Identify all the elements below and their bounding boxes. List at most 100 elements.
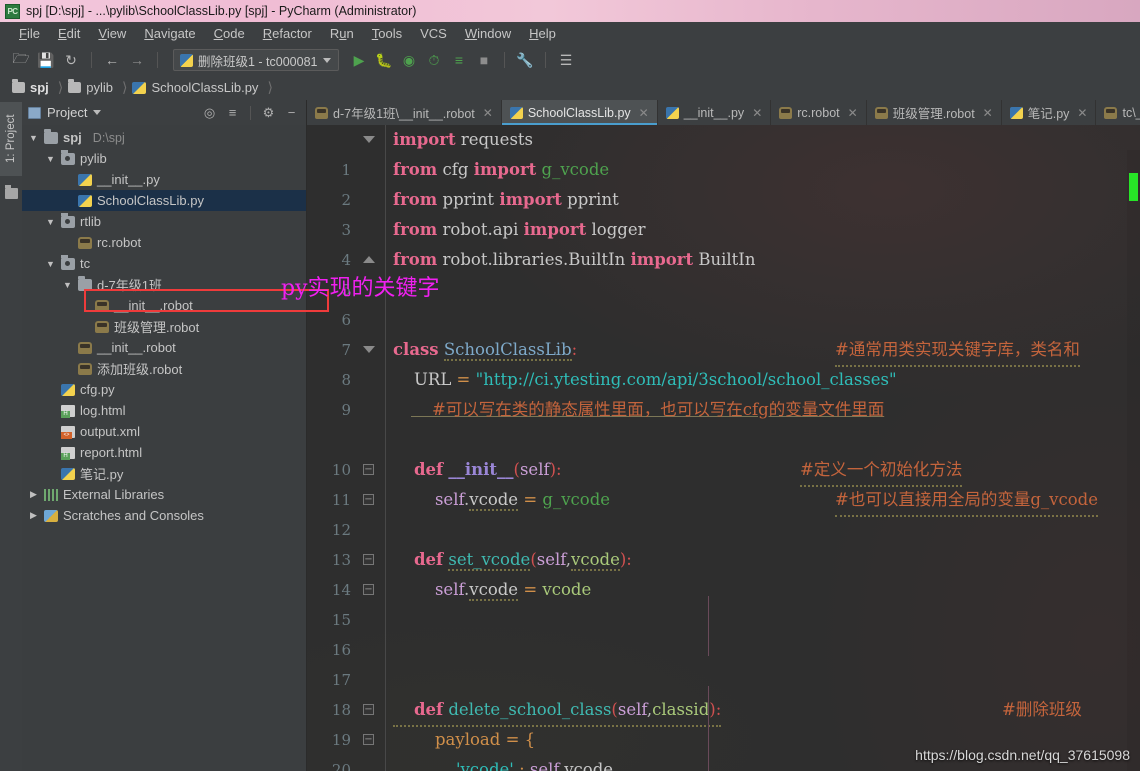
tree-item-4[interactable]: ▼ rtlib bbox=[22, 211, 306, 232]
fold-handle-icon[interactable] bbox=[363, 254, 375, 265]
code-line: 9 URL = "http://ci.ytesting.com/api/3sch… bbox=[307, 365, 1140, 419]
tree-item-label: report.html bbox=[80, 445, 143, 460]
editor-tab-1[interactable]: SchoolClassLib.py ✕ bbox=[501, 100, 658, 125]
chevron-down-icon[interactable]: ▼ bbox=[28, 133, 39, 143]
menu-navigate[interactable]: Navigate bbox=[135, 26, 204, 41]
editor-scrollbar[interactable] bbox=[1127, 150, 1140, 771]
tree-item-10[interactable]: __init__.robot bbox=[22, 337, 306, 358]
chevron-down-icon[interactable]: ▼ bbox=[45, 217, 56, 227]
chevron-down-icon[interactable]: ▼ bbox=[45, 154, 56, 164]
menu-help[interactable]: Help bbox=[520, 26, 565, 41]
open-folder-icon[interactable]: 🗁 bbox=[10, 49, 32, 71]
code-line: 8 class SchoolClassLib: #通常用类实现关键字库，类名和 bbox=[307, 335, 1140, 389]
tree-item-11[interactable]: 添加班级.robot bbox=[22, 358, 306, 379]
project-tree[interactable]: ▼ spj D:\spj ▼ pylib __init__.py SchoolClassLi… bbox=[22, 125, 306, 771]
run-with-coverage-icon[interactable]: ◉ bbox=[398, 49, 420, 71]
tree-item-label: pylib bbox=[80, 151, 107, 166]
run-configuration-selector[interactable]: 删除班级1 - tc000081 bbox=[173, 49, 339, 71]
tree-item-label: tc bbox=[80, 256, 91, 271]
fold-handle-icon[interactable]: − bbox=[363, 584, 374, 595]
editor-tab-5[interactable]: 笔记.py ✕ bbox=[1002, 100, 1097, 125]
robot-file-icon bbox=[95, 299, 109, 312]
breadcrumb-item-pylib[interactable]: pylib bbox=[68, 79, 117, 95]
tree-item-12[interactable]: cfg.py bbox=[22, 379, 306, 400]
menu-run[interactable]: Run bbox=[321, 26, 363, 41]
minimize-icon[interactable]: − bbox=[283, 105, 300, 120]
chevron-down-icon[interactable]: ▼ bbox=[62, 280, 73, 290]
tree-item-7[interactable]: ▼ d-7年级1班 bbox=[22, 274, 306, 295]
run-icon[interactable]: ▶ bbox=[348, 49, 370, 71]
code-editor[interactable]: 1 import requests 2 from cfg import g_vc… bbox=[307, 125, 1140, 771]
close-icon[interactable]: ✕ bbox=[639, 106, 649, 120]
layout-icon[interactable]: ☰ bbox=[555, 49, 577, 71]
close-icon[interactable]: ✕ bbox=[483, 106, 493, 120]
wrench-icon[interactable]: 🔧 bbox=[514, 49, 536, 71]
breadcrumb-item-file[interactable]: SchoolClassLib.py bbox=[132, 80, 262, 95]
breadcrumb-item-spj[interactable]: spj bbox=[12, 79, 53, 95]
tree-item-0[interactable]: ▼ spj D:\spj bbox=[22, 127, 306, 148]
menu-tools[interactable]: Tools bbox=[363, 26, 411, 41]
fold-handle-icon[interactable] bbox=[363, 134, 375, 145]
editor-tab-3[interactable]: rc.robot ✕ bbox=[771, 100, 867, 125]
chevron-right-icon[interactable]: ▶ bbox=[28, 510, 39, 521]
menu-vcs[interactable]: VCS bbox=[411, 26, 456, 41]
chevron-down-icon bbox=[322, 57, 331, 63]
python-file-icon bbox=[61, 467, 75, 480]
editor-tab-0[interactable]: d-7年级1班\__init__.robot ✕ bbox=[307, 100, 502, 125]
fold-handle-icon[interactable]: − bbox=[363, 554, 374, 565]
close-icon[interactable]: ✕ bbox=[1077, 106, 1087, 120]
debug-icon[interactable]: 🐛 bbox=[373, 49, 395, 71]
menu-file[interactable]: File bbox=[10, 26, 49, 41]
tree-item-17[interactable]: ▶ External Libraries bbox=[22, 484, 306, 505]
sidebar-item-project[interactable]: 1: Project bbox=[0, 102, 22, 176]
menu-code[interactable]: Code bbox=[205, 26, 254, 41]
tree-item-5[interactable]: rc.robot bbox=[22, 232, 306, 253]
menu-refactor[interactable]: Refactor bbox=[254, 26, 321, 41]
menu-window[interactable]: Window bbox=[456, 26, 520, 41]
menu-view[interactable]: View bbox=[89, 26, 135, 41]
editor-tab-6[interactable]: tc\__in bbox=[1096, 100, 1140, 125]
arrow-right-icon: → bbox=[130, 52, 144, 68]
chevron-right-icon[interactable]: ▶ bbox=[28, 489, 39, 500]
editor-tab-2[interactable]: __init__.py ✕ bbox=[658, 100, 772, 125]
fold-handle-icon[interactable]: − bbox=[363, 464, 374, 475]
tree-item-15[interactable]: report.html bbox=[22, 442, 306, 463]
tree-item-9[interactable]: 班级管理.robot bbox=[22, 316, 306, 337]
tree-item-16[interactable]: 笔记.py bbox=[22, 463, 306, 484]
project-panel: Project ◎ ≡ ⚙ − ▼ spj D:\spj ▼ pylib __init__… bbox=[22, 100, 329, 771]
chevron-down-icon[interactable]: ▼ bbox=[45, 259, 56, 269]
tree-item-14[interactable]: output.xml bbox=[22, 421, 306, 442]
tree-item-13[interactable]: log.html bbox=[22, 400, 306, 421]
editor-tab-bar[interactable]: d-7年级1班\__init__.robot ✕ SchoolClassLib.py… bbox=[307, 100, 1140, 125]
scrollbar-marker[interactable] bbox=[1129, 173, 1138, 201]
menu-edit[interactable]: Edit bbox=[49, 26, 89, 41]
save-icon[interactable]: 💾 bbox=[35, 49, 57, 71]
tree-item-2[interactable]: __init__.py bbox=[22, 169, 306, 190]
close-icon[interactable]: ✕ bbox=[848, 106, 858, 120]
arrow-left-icon[interactable]: ← bbox=[101, 49, 123, 71]
locate-target-icon[interactable]: ◎ bbox=[201, 105, 218, 121]
run-tests-icon[interactable]: ≡ bbox=[448, 49, 470, 71]
line-text: 'vcode' : self.vcode bbox=[455, 760, 614, 771]
profile-icon[interactable]: ⏱ bbox=[423, 49, 445, 71]
tree-item-8[interactable]: __init__.robot bbox=[22, 295, 306, 316]
tree-item-3[interactable]: SchoolClassLib.py bbox=[22, 190, 306, 211]
sync-icon[interactable]: ↻ bbox=[60, 49, 82, 71]
fold-handle-icon[interactable]: − bbox=[363, 494, 374, 505]
fold-handle-icon[interactable]: − bbox=[363, 704, 374, 715]
fold-handle-icon[interactable] bbox=[363, 344, 375, 355]
tree-item-18[interactable]: ▶ Scratches and Consoles bbox=[22, 505, 306, 526]
editor-tab-4[interactable]: 班级管理.robot ✕ bbox=[867, 100, 1002, 125]
line-text: class SchoolClassLib: bbox=[393, 340, 578, 361]
close-icon[interactable]: ✕ bbox=[983, 106, 993, 120]
collapse-all-icon[interactable]: ≡ bbox=[224, 105, 241, 120]
folder-icon[interactable] bbox=[5, 185, 18, 199]
tree-item-1[interactable]: ▼ pylib bbox=[22, 148, 306, 169]
code-line: 12 − self.vcode = g_vcode #也可以直接用全局的变量g_… bbox=[307, 485, 1140, 539]
chevron-down-icon[interactable] bbox=[93, 110, 102, 115]
gear-icon[interactable]: ⚙ bbox=[260, 105, 277, 121]
close-icon[interactable]: ✕ bbox=[752, 106, 762, 120]
fold-handle-icon[interactable]: − bbox=[363, 734, 374, 745]
tree-item-label: log.html bbox=[80, 403, 126, 418]
tree-item-6[interactable]: ▼ tc bbox=[22, 253, 306, 274]
